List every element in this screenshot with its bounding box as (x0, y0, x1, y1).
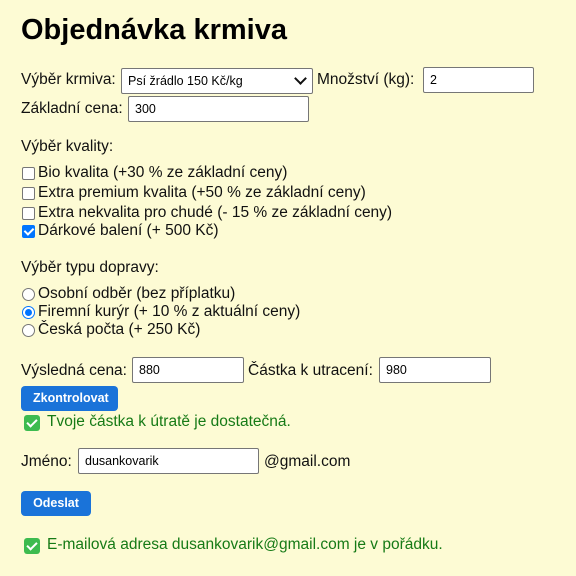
budget-input[interactable]: 980 (379, 357, 491, 383)
quality-heading: Výběr kvality: (21, 138, 114, 155)
bio-quality-checkbox[interactable] (22, 167, 35, 180)
bio-quality-label: Bio kvalita (+30 % ze základní ceny) (38, 164, 288, 181)
delivery-heading: Výběr typu dopravy: (21, 259, 159, 276)
base-price-input[interactable]: 300 (128, 96, 309, 122)
czech-post-radio[interactable] (22, 324, 35, 337)
send-button[interactable]: Odeslat (21, 491, 91, 516)
low-quality-label: Extra nekvalita pro chudé (- 15 % ze zák… (38, 204, 393, 221)
email-domain: @gmail.com (264, 453, 351, 470)
name-label: Jméno: (21, 453, 72, 470)
personal-pickup-radio[interactable] (22, 288, 35, 301)
email-success-message: E-mailová adresa dusankovarik@gmail.com … (47, 536, 443, 553)
courier-label: Firemní kurýr (+ 10 % z aktuální ceny) (38, 303, 301, 320)
feed-select-label: Výběr krmiva: (21, 71, 116, 88)
quantity-input[interactable]: 2 (423, 67, 534, 93)
check-mark-icon (24, 415, 40, 431)
low-quality-checkbox[interactable] (22, 207, 35, 220)
name-input[interactable]: dusankovarik (78, 448, 259, 474)
quantity-label: Množství (kg): (317, 71, 415, 88)
extra-premium-checkbox[interactable] (22, 187, 35, 200)
personal-pickup-label: Osobní odběr (bez příplatku) (38, 285, 236, 302)
budget-label: Částka k utracení: (248, 362, 373, 379)
page-title: Objednávka krmiva (21, 14, 287, 46)
chevron-down-icon (294, 72, 307, 85)
gift-wrap-checkbox[interactable] (22, 225, 35, 238)
final-price-input[interactable]: 880 (132, 357, 244, 383)
budget-success-message: Tvoje částka k útratě je dostatečná. (47, 413, 291, 430)
final-price-label: Výsledná cena: (21, 362, 127, 379)
gift-wrap-label: Dárkové balení (+ 500 Kč) (38, 222, 219, 239)
courier-radio[interactable] (22, 306, 35, 319)
check-mark-icon (24, 538, 40, 554)
base-price-label: Základní cena: (21, 100, 123, 117)
check-button[interactable]: Zkontrolovat (21, 386, 118, 411)
feed-select-value: Psí žrádlo 150 Kč/kg (128, 74, 243, 88)
extra-premium-label: Extra premium kvalita (+50 % ze základní… (38, 184, 366, 201)
feed-select[interactable]: Psí žrádlo 150 Kč/kg (121, 68, 313, 94)
czech-post-label: Česká počta (+ 250 Kč) (38, 321, 201, 338)
